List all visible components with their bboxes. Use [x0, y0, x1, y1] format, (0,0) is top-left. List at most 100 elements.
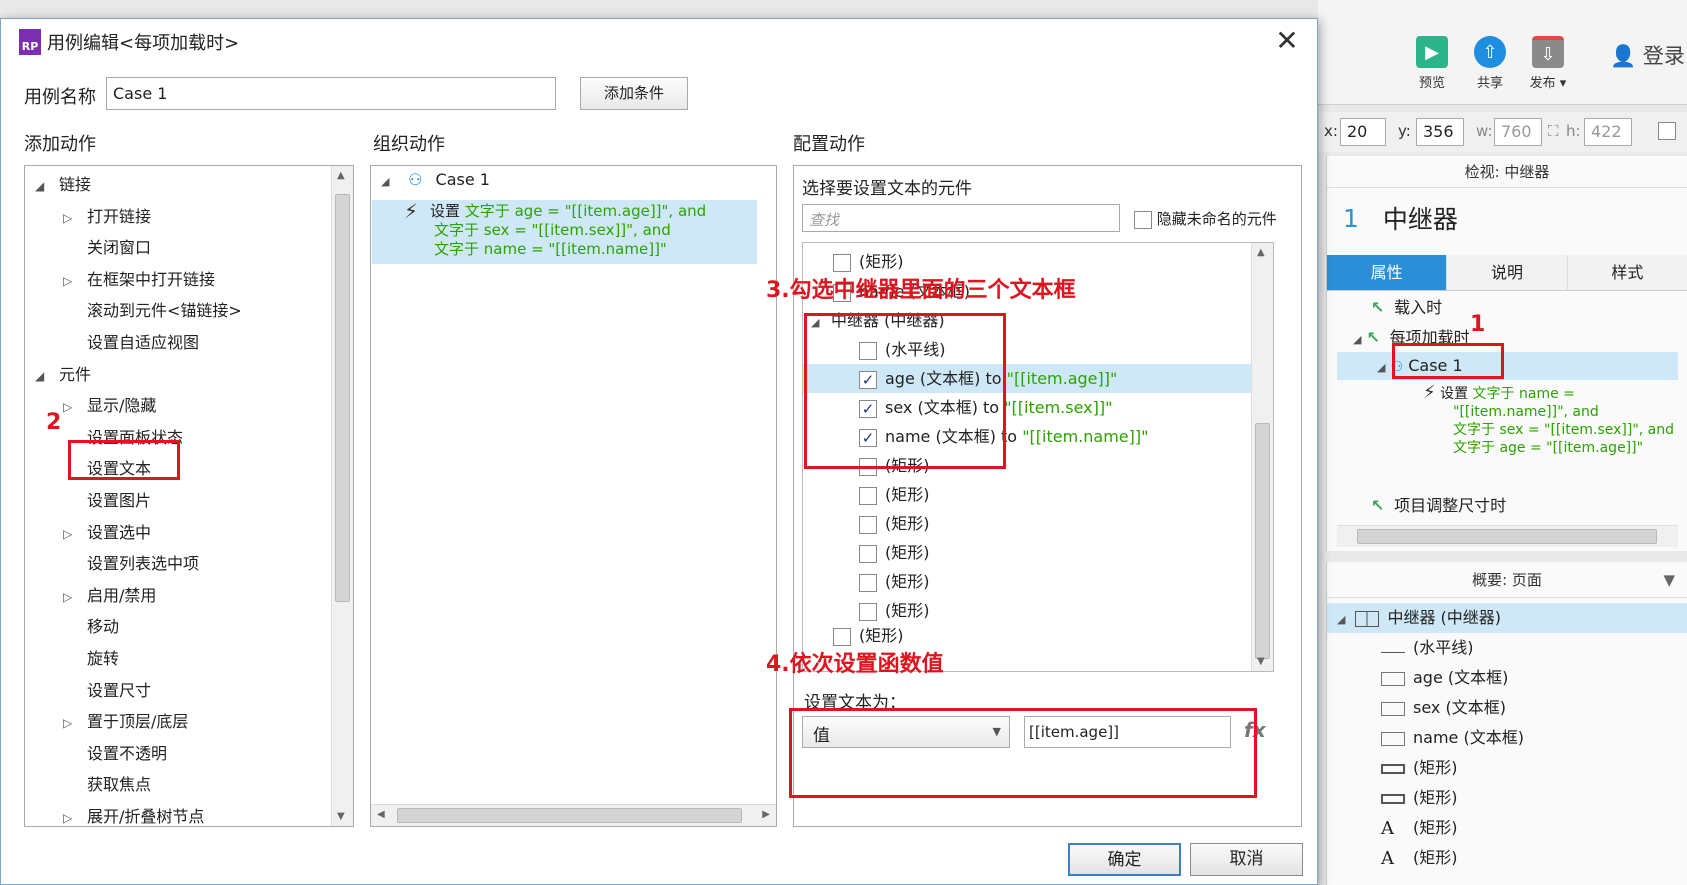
add-action-item[interactable]: ◢ 元件: [25, 360, 91, 390]
add-action-item[interactable]: 获取焦点: [25, 770, 151, 800]
login-button[interactable]: 👤 登录: [1610, 40, 1685, 70]
lock-ratio-icon[interactable]: ⛶: [1548, 122, 1559, 140]
outline-item-label: name (文本框): [1413, 728, 1524, 747]
scroll-down-icon[interactable]: ▼: [1257, 656, 1265, 667]
tab-notes[interactable]: 说明: [1447, 255, 1568, 290]
add-action-item[interactable]: 设置列表选中项: [25, 549, 199, 579]
h-input[interactable]: 422: [1584, 118, 1632, 146]
add-action-item[interactable]: 设置图片: [25, 486, 151, 516]
outline-item[interactable]: A (矩形): [1327, 843, 1687, 873]
expand-triangle-icon[interactable]: ▷: [63, 803, 77, 826]
org-action-line: 文字于 age = "[[item.age]]", and: [464, 202, 707, 220]
widget-checkbox[interactable]: [833, 627, 851, 646]
widget-list-vscroll[interactable]: ▲ ▼: [1251, 243, 1273, 671]
outline-item[interactable]: age (文本框): [1327, 663, 1687, 693]
scroll-up-icon[interactable]: ▲: [1257, 247, 1265, 258]
add-action-item[interactable]: ▷ 打开链接: [25, 202, 151, 232]
add-action-label: 设置尺寸: [87, 680, 152, 700]
inspector-action[interactable]: ⚡ 设置 文字于 name = "[[item.name]]", and 文字于…: [1423, 384, 1674, 457]
close-icon[interactable]: ✕: [1267, 23, 1307, 59]
filter-icon[interactable]: ▼: [1663, 562, 1675, 598]
outline-item[interactable]: sex (文本框): [1327, 693, 1687, 723]
tab-properties[interactable]: 属性: [1327, 255, 1448, 290]
scroll-thumb[interactable]: [1357, 529, 1657, 544]
add-action-item[interactable]: ▷ 在框架中打开链接: [25, 265, 215, 295]
widget-row[interactable]: (矩形): [803, 538, 1253, 567]
ok-button[interactable]: 确定: [1068, 843, 1181, 876]
case-name-input[interactable]: Case 1: [106, 77, 556, 110]
inspector-hscroll[interactable]: [1337, 525, 1678, 547]
add-action-item[interactable]: ▷ 展开/折叠树节点: [25, 802, 204, 826]
scroll-down-icon[interactable]: ▼: [337, 811, 345, 822]
org-action-line: 文字于 name = "[[item.name]]": [434, 240, 667, 258]
add-action-item[interactable]: ▷ 设置选中: [25, 518, 151, 548]
hide-unnamed-toggle[interactable]: 隐藏未命名的元件: [1134, 208, 1277, 229]
hidden-checkbox[interactable]: [1658, 122, 1676, 140]
expand-triangle-icon[interactable]: ▷: [63, 582, 77, 612]
widget-checkbox[interactable]: [833, 253, 851, 272]
widget-checkbox[interactable]: [859, 573, 877, 592]
scroll-thumb[interactable]: [397, 808, 742, 823]
widget-checkbox[interactable]: [859, 544, 877, 563]
event-on-item-resize[interactable]: ↖ 项目调整尺寸时: [1371, 492, 1506, 516]
widget-search-input[interactable]: 查找: [802, 204, 1120, 232]
scroll-thumb[interactable]: [1255, 423, 1270, 659]
expand-triangle-icon[interactable]: ▷: [63, 708, 77, 738]
expand-triangle-icon[interactable]: ◢: [35, 171, 49, 201]
publish-button[interactable]: ⇩ 发布 ▾: [1518, 36, 1578, 96]
add-action-item[interactable]: 关闭窗口: [25, 233, 151, 263]
outline-item[interactable]: name (文本框): [1327, 723, 1687, 753]
expand-triangle-icon[interactable]: ◢: [35, 361, 49, 391]
outline-item[interactable]: ◢ 中继器 (中继器): [1327, 603, 1687, 633]
add-action-item[interactable]: 滚动到元件<锚链接>: [25, 296, 242, 326]
outline-item[interactable]: A (矩形): [1327, 813, 1687, 843]
outline-item[interactable]: (矩形): [1327, 783, 1687, 813]
add-action-item[interactable]: 设置不透明: [25, 739, 167, 769]
inspector-case-row[interactable]: ◢ ⚇ Case 1: [1337, 352, 1678, 380]
add-actions-vscroll[interactable]: ▲ ▼: [331, 166, 353, 826]
org-action-row[interactable]: ⚡ 设置 文字于 age = "[[item.age]]", and 文字于 s…: [372, 200, 757, 264]
scroll-thumb[interactable]: [335, 194, 350, 602]
add-action-item[interactable]: 设置尺寸: [25, 676, 151, 706]
outline-item[interactable]: (矩形): [1327, 753, 1687, 783]
collapse-triangle-icon: ◢: [1377, 361, 1386, 374]
add-action-item[interactable]: 移动: [25, 612, 119, 642]
outline-item-label: (矩形): [1413, 818, 1458, 837]
widget-row[interactable]: (矩形): [803, 567, 1253, 596]
preview-button[interactable]: ▶ 预览: [1402, 36, 1462, 96]
hide-unnamed-checkbox[interactable]: [1134, 210, 1152, 229]
widget-checkbox[interactable]: [859, 602, 877, 621]
share-button[interactable]: ⇧ 共享: [1460, 36, 1520, 96]
organize-hscroll[interactable]: ◀ ▶: [371, 804, 776, 826]
widget-row[interactable]: (矩形): [803, 509, 1253, 538]
expand-triangle-icon[interactable]: ▷: [63, 392, 77, 422]
collapse-triangle-icon[interactable]: ◢: [1337, 613, 1345, 626]
tab-style[interactable]: 样式: [1567, 255, 1687, 290]
text-a-icon: A: [1381, 847, 1394, 869]
expand-triangle-icon[interactable]: ▷: [63, 266, 77, 296]
add-action-item[interactable]: ▷ 启用/禁用: [25, 581, 156, 611]
org-case-row[interactable]: ◢ ⚇ Case 1: [381, 170, 490, 189]
outline-item[interactable]: (水平线): [1327, 633, 1687, 663]
scroll-up-icon[interactable]: ▲: [337, 170, 345, 181]
expand-triangle-icon[interactable]: ▷: [63, 519, 77, 549]
add-action-item[interactable]: ◢ 链接: [25, 170, 91, 200]
add-action-item[interactable]: 旋转: [25, 644, 119, 674]
add-action-item[interactable]: ▷ 显示/隐藏: [25, 391, 156, 421]
cancel-button[interactable]: 取消: [1190, 843, 1303, 876]
add-action-item[interactable]: 设置自适应视图: [25, 328, 199, 358]
inspector-widget-name[interactable]: 中继器: [1383, 200, 1458, 236]
add-action-label: 链接: [59, 175, 92, 194]
widget-checkbox[interactable]: [859, 515, 877, 534]
widget-checkbox[interactable]: [859, 486, 877, 505]
event-on-load[interactable]: ↖ 载入时: [1371, 294, 1442, 318]
add-action-item[interactable]: ▷ 置于顶层/底层: [25, 707, 188, 737]
widget-row[interactable]: (矩形): [803, 480, 1253, 509]
w-input[interactable]: 760: [1494, 118, 1542, 146]
scroll-right-icon[interactable]: ▶: [762, 809, 770, 820]
x-input[interactable]: 20: [1340, 118, 1386, 146]
add-condition-button[interactable]: 添加条件: [580, 77, 688, 110]
y-input[interactable]: 356: [1416, 118, 1464, 146]
expand-triangle-icon[interactable]: ▷: [63, 203, 77, 233]
scroll-left-icon[interactable]: ◀: [377, 809, 385, 820]
